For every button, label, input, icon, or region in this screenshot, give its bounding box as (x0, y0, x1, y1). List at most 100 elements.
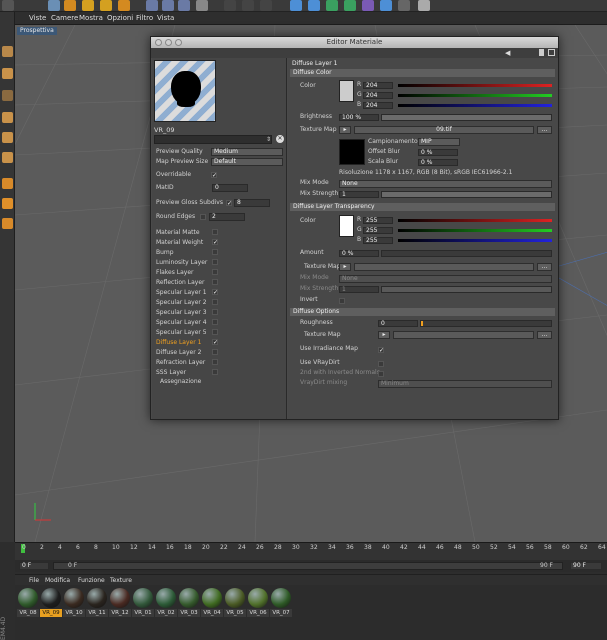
preview-gloss-subdivs-checkbox[interactable]: ✓ (226, 200, 232, 207)
layer-item[interactable]: Specular Layer 4 (156, 318, 207, 327)
material-swatch[interactable]: VR_10 (63, 587, 85, 619)
round-edges-checkbox[interactable] (200, 214, 206, 220)
layer-checkbox[interactable] (212, 229, 218, 235)
use-irradiance-map-checkbox[interactable]: ✓ (378, 347, 384, 354)
render-settings-icon[interactable] (260, 0, 272, 11)
roughness-slider[interactable] (420, 320, 552, 327)
material-swatch[interactable]: VR_07 (270, 587, 292, 619)
layer-checkbox[interactable] (212, 259, 218, 265)
end-frame-field[interactable]: 90 F (570, 562, 602, 570)
new-window-icon[interactable] (548, 49, 555, 56)
diffuse-b-field[interactable]: 204 (363, 102, 393, 109)
axis-mode-icon[interactable] (2, 178, 13, 189)
texture-mode-icon[interactable] (2, 90, 13, 101)
layer-item[interactable]: Material Matte (156, 228, 200, 237)
diffuse-r-slider[interactable] (398, 84, 552, 87)
mix-strength-slider[interactable] (381, 191, 552, 198)
roughness-texture-path[interactable] (393, 331, 534, 339)
start-frame-field[interactable]: 0 F (19, 562, 49, 570)
transparency-b-field[interactable]: 255 (363, 237, 393, 244)
points-mode-icon[interactable] (2, 112, 13, 123)
matid-field[interactable]: 0 (212, 184, 248, 192)
layer-checkbox[interactable] (212, 269, 218, 275)
close-window-icon[interactable] (155, 39, 162, 46)
round-edges-field[interactable]: 2 (209, 213, 245, 221)
material-swatch[interactable]: VR_08 (17, 587, 39, 619)
material-swatch[interactable]: VR_01 (132, 587, 154, 619)
x-axis-icon[interactable] (146, 0, 158, 11)
live-selection-icon[interactable] (48, 0, 60, 11)
layer-item[interactable]: Flakes Layer (156, 268, 194, 277)
amount-field[interactable]: 0 % (339, 250, 379, 257)
layer-checkbox[interactable] (212, 279, 218, 285)
transparency-r-slider[interactable] (398, 219, 552, 222)
layer-checkbox[interactable] (212, 349, 218, 355)
transparency-texture-path[interactable] (354, 263, 534, 271)
layer-item[interactable]: Specular Layer 1 (156, 288, 207, 297)
layer-item[interactable]: Material Weight (156, 238, 203, 247)
render-view-icon[interactable] (224, 0, 236, 11)
cube-icon[interactable] (290, 0, 302, 11)
spline-icon[interactable] (308, 0, 320, 11)
texture-map-path[interactable]: 09.tif (354, 126, 534, 134)
model-mode-icon[interactable] (2, 68, 13, 79)
material-swatch[interactable]: VR_12 (109, 587, 131, 619)
roughness-texture-browse-button[interactable]: ... (537, 331, 552, 339)
texture-thumbnail[interactable] (339, 139, 365, 165)
transparency-texture-arrow-button[interactable]: ▸ (339, 263, 351, 271)
diffuse-r-field[interactable]: 204 (363, 82, 393, 89)
material-swatch[interactable]: VR_03 (178, 587, 200, 619)
y-axis-icon[interactable] (162, 0, 174, 11)
lock-icon[interactable] (539, 49, 544, 56)
invert-checkbox[interactable] (339, 298, 345, 304)
clear-name-icon[interactable]: ✕ (276, 135, 284, 143)
minimize-window-icon[interactable] (165, 39, 172, 46)
layer-checkbox[interactable]: ✓ (212, 289, 218, 296)
layer-checkbox[interactable] (212, 249, 218, 255)
layer-item[interactable]: Diffuse Layer 2 (156, 348, 201, 357)
map-preview-size-dropdown[interactable]: Default (211, 158, 283, 166)
menu-file[interactable]: File (29, 577, 39, 584)
floor-icon[interactable] (380, 0, 392, 11)
inverted-normals-checkbox[interactable] (378, 371, 384, 377)
preview-quality-dropdown[interactable]: Medium (211, 148, 283, 156)
layer-checkbox[interactable]: ✓ (212, 339, 218, 346)
layer-item[interactable]: Specular Layer 5 (156, 328, 207, 337)
layer-item[interactable]: Bump (156, 248, 174, 257)
roughness-texture-arrow-button[interactable]: ▸ (378, 331, 390, 339)
brightness-slider[interactable] (381, 114, 552, 121)
move-icon[interactable] (64, 0, 76, 11)
light-icon[interactable] (418, 0, 430, 11)
transparency-color-swatch[interactable] (339, 215, 354, 237)
polygons-mode-icon[interactable] (2, 152, 13, 163)
make-editable-icon[interactable] (2, 46, 13, 57)
layer-checkbox[interactable] (212, 319, 218, 325)
edges-mode-icon[interactable] (2, 132, 13, 143)
zoom-window-icon[interactable] (175, 39, 182, 46)
layer-item[interactable]: Specular Layer 2 (156, 298, 207, 307)
undo-icon[interactable] (2, 0, 14, 11)
z-axis-icon[interactable] (178, 0, 190, 11)
material-swatch[interactable]: VR_05 (224, 587, 246, 619)
layer-checkbox[interactable] (212, 369, 218, 375)
scale-blur-field[interactable]: 0 % (418, 159, 458, 166)
timeline-ruler[interactable]: 0 2 4 6 8 10 12 14 16 18 20 22 24 26 28 30 32 34 36 38 40 42 4… (15, 542, 607, 560)
diffuse-options-header[interactable]: Diffuse Options (290, 308, 555, 316)
preview-gloss-subdivs-field[interactable]: 8 (234, 199, 270, 207)
menu-filtro[interactable]: Filtro (136, 14, 153, 22)
back-arrow-icon[interactable]: ◀ (505, 49, 510, 57)
menu-modifica[interactable]: Modifica (45, 577, 70, 584)
layer-item[interactable]: Refraction Layer (156, 358, 205, 367)
menu-mostra[interactable]: Mostra (79, 14, 103, 22)
mix-mode-dropdown[interactable]: None (339, 180, 552, 188)
use-vraydirt-checkbox[interactable] (378, 361, 384, 367)
sampling-dropdown[interactable]: MIP (418, 138, 460, 146)
assign-tab[interactable]: Assegnazione (160, 377, 201, 386)
layer-item[interactable]: Luminosity Layer (156, 258, 207, 267)
material-swatch[interactable]: VR_04 (201, 587, 223, 619)
roughness-field[interactable]: 0 (378, 320, 418, 327)
material-preview[interactable] (154, 60, 216, 122)
menu-vista[interactable]: Vista (157, 14, 174, 22)
layer-item[interactable]: Reflection Layer (156, 278, 205, 287)
diffuse-b-slider[interactable] (398, 104, 552, 107)
